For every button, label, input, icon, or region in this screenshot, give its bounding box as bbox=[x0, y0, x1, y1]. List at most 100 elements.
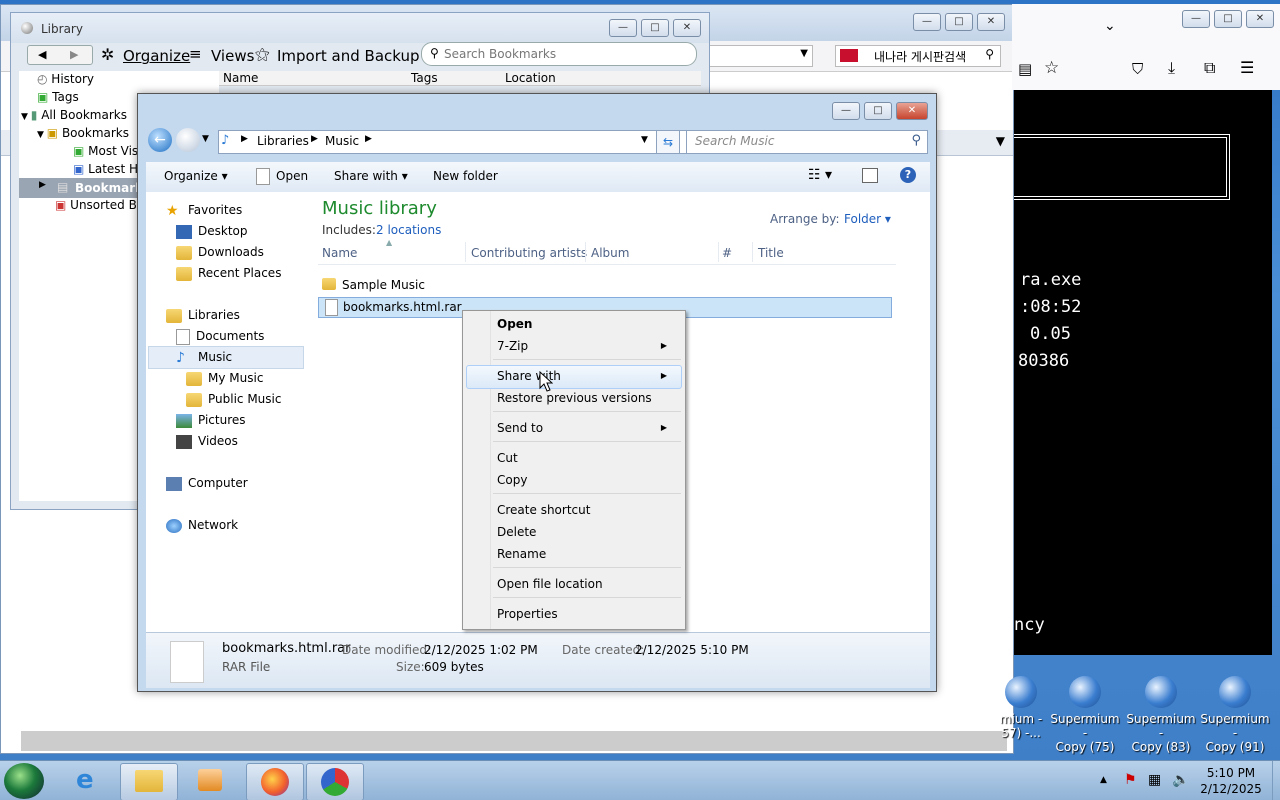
new-folder-button[interactable]: New folder bbox=[433, 169, 498, 183]
locations-link[interactable]: 2 locations bbox=[376, 223, 441, 237]
file-row[interactable]: Sample Music bbox=[318, 275, 896, 295]
column-contributing-artists[interactable]: Contributing artists bbox=[471, 246, 587, 260]
bookmark-search-input[interactable]: ⚲ Search Bookmarks bbox=[421, 42, 697, 66]
download-icon[interactable]: ⤓ bbox=[1168, 58, 1175, 78]
back-button[interactable]: ← bbox=[148, 128, 172, 152]
import-backup-menu[interactable]: Import and Backup bbox=[277, 47, 420, 65]
tree-item-most-visited[interactable]: ▣ Most Vis bbox=[73, 144, 138, 158]
menu-item-rename[interactable]: Rename bbox=[497, 544, 546, 564]
clock[interactable]: 5:10 PM 2/12/2025 bbox=[1196, 765, 1266, 797]
menu-item-create-shortcut[interactable]: Create shortcut bbox=[497, 500, 590, 520]
preview-pane-icon[interactable] bbox=[862, 168, 878, 183]
address-dropdown-icon[interactable]: ▼ bbox=[641, 135, 648, 145]
nav-public-music[interactable]: Public Music bbox=[186, 389, 281, 409]
column-number[interactable]: # bbox=[722, 246, 732, 260]
nav-music[interactable]: ♪ Music bbox=[176, 347, 232, 367]
forward-icon[interactable]: ▶ bbox=[70, 48, 78, 61]
close-button[interactable]: ✕ bbox=[673, 19, 701, 37]
tab-list-icon[interactable]: ⌄ bbox=[1104, 18, 1116, 34]
nav-downloads[interactable]: Downloads bbox=[176, 242, 264, 262]
tree-item-unsorted[interactable]: ▣ Unsorted Bo bbox=[55, 198, 144, 212]
taskbar-firefox[interactable] bbox=[246, 763, 304, 800]
close-button[interactable]: ✕ bbox=[896, 102, 928, 120]
menu-item-share-with[interactable]: Share with ▶ bbox=[497, 366, 677, 386]
maximize-button[interactable]: □ bbox=[864, 102, 892, 120]
breadcrumb-libraries[interactable]: Libraries bbox=[257, 134, 309, 148]
search-icon[interactable]: ⚲ bbox=[985, 47, 994, 61]
search-icon[interactable]: ⚲ bbox=[911, 133, 921, 148]
desktop-shortcut[interactable]: Supermium - Copy (75) -... bbox=[1050, 676, 1120, 768]
desktop-shortcut[interactable]: Supermium - Copy (83) -... bbox=[1126, 676, 1196, 768]
minimize-button[interactable]: — bbox=[913, 13, 941, 31]
open-button[interactable]: Open bbox=[276, 169, 308, 183]
search-music-input[interactable]: Search Music ⚲ bbox=[686, 130, 928, 154]
column-title[interactable]: Title bbox=[758, 246, 784, 260]
horizontal-scrollbar[interactable] bbox=[21, 731, 1007, 751]
forward-button[interactable] bbox=[176, 128, 200, 152]
tree-item-history[interactable]: ◴ History bbox=[37, 72, 94, 86]
tree-item-tags[interactable]: ▣ Tags bbox=[37, 90, 79, 104]
search-engine-box[interactable]: 내나라 게시판검색 ⚲ bbox=[835, 45, 1001, 67]
menu-item-properties[interactable]: Properties bbox=[497, 604, 558, 624]
share-with-button[interactable]: Share with ▾ bbox=[334, 169, 408, 183]
maximize-button[interactable]: □ bbox=[1214, 10, 1242, 28]
volume-icon[interactable]: 🔈 bbox=[1172, 772, 1189, 788]
minimize-button[interactable]: — bbox=[1182, 10, 1210, 28]
bookmark-star-icon[interactable]: ☆ bbox=[1044, 58, 1059, 78]
menu-icon[interactable]: ☰ bbox=[1240, 58, 1254, 77]
nav-computer[interactable]: Computer bbox=[166, 473, 248, 493]
nav-pictures[interactable]: Pictures bbox=[176, 410, 246, 430]
tree-item-all-bookmarks[interactable]: ▼ ▮ All Bookmarks bbox=[21, 108, 127, 122]
views-menu[interactable]: Views bbox=[211, 47, 254, 65]
back-icon[interactable]: ◀ bbox=[38, 48, 46, 61]
menu-item-send-to[interactable]: Send to ▶ bbox=[497, 418, 677, 438]
nav-favorites[interactable]: ★ Favorites bbox=[166, 200, 242, 220]
organize-menu[interactable]: Organize bbox=[123, 47, 190, 65]
menu-item-delete[interactable]: Delete bbox=[497, 522, 536, 542]
show-hidden-icons[interactable]: ▲ bbox=[1100, 775, 1107, 785]
breadcrumb-music[interactable]: Music bbox=[325, 134, 359, 148]
maximize-button[interactable]: □ bbox=[945, 13, 973, 31]
maximize-button[interactable]: □ bbox=[641, 19, 669, 37]
show-desktop-button[interactable] bbox=[1272, 761, 1280, 800]
taskbar-internet-explorer[interactable]: e bbox=[62, 763, 118, 799]
nav-recent-places[interactable]: Recent Places bbox=[176, 263, 281, 283]
help-icon[interactable]: ? bbox=[900, 167, 916, 183]
reader-view-icon[interactable]: ▤ bbox=[1018, 60, 1032, 78]
column-album[interactable]: Album bbox=[591, 246, 629, 260]
close-button[interactable]: ✕ bbox=[1246, 10, 1274, 28]
nav-videos[interactable]: Videos bbox=[176, 431, 238, 451]
network-icon[interactable]: ▦ bbox=[1148, 772, 1161, 788]
action-center-icon[interactable]: ⚑ bbox=[1124, 772, 1137, 788]
desktop-shortcut[interactable]: mium - 57) -... bbox=[986, 676, 1056, 740]
refresh-icon[interactable]: ⇆ bbox=[656, 130, 680, 154]
tree-item-bookmarks-toolbar[interactable]: ▼ ▣ Bookmarks bbox=[37, 126, 129, 140]
url-dropdown[interactable]: ▼ bbox=[701, 45, 813, 67]
menu-item-open-file-location[interactable]: Open file location bbox=[497, 574, 603, 594]
taskbar-explorer[interactable] bbox=[120, 763, 178, 800]
close-button[interactable]: ✕ bbox=[977, 13, 1005, 31]
menu-item-7zip[interactable]: 7-Zip ▶ bbox=[497, 336, 677, 356]
taskbar-media-player[interactable] bbox=[182, 763, 238, 799]
column-name[interactable]: Name bbox=[322, 246, 357, 260]
minimize-button[interactable]: — bbox=[609, 19, 637, 37]
recent-pages-chevron-icon[interactable]: ▼ bbox=[202, 134, 209, 144]
nav-my-music[interactable]: My Music bbox=[186, 368, 263, 388]
menu-item-copy[interactable]: Copy bbox=[497, 470, 527, 490]
menu-item-restore-previous-versions[interactable]: Restore previous versions bbox=[497, 388, 652, 408]
menu-item-open[interactable]: Open bbox=[497, 314, 532, 334]
nav-libraries[interactable]: Libraries bbox=[166, 305, 240, 325]
arrange-by-dropdown[interactable]: Folder ▾ bbox=[844, 212, 891, 226]
organize-button[interactable]: Organize ▾ bbox=[164, 169, 228, 183]
column-name[interactable]: Name bbox=[223, 71, 258, 85]
nav-network[interactable]: Network bbox=[166, 515, 238, 535]
column-location[interactable]: Location bbox=[505, 71, 556, 85]
dropdown-icon[interactable]: ▼ bbox=[996, 134, 1005, 148]
menu-item-cut[interactable]: Cut bbox=[497, 448, 518, 468]
nav-desktop[interactable]: Desktop bbox=[176, 221, 248, 241]
start-button[interactable] bbox=[4, 763, 44, 799]
taskbar-supermium[interactable] bbox=[306, 763, 364, 800]
nav-documents[interactable]: Documents bbox=[176, 326, 264, 346]
minimize-button[interactable]: — bbox=[832, 102, 860, 120]
extensions-icon[interactable]: ⧉ bbox=[1204, 58, 1215, 78]
